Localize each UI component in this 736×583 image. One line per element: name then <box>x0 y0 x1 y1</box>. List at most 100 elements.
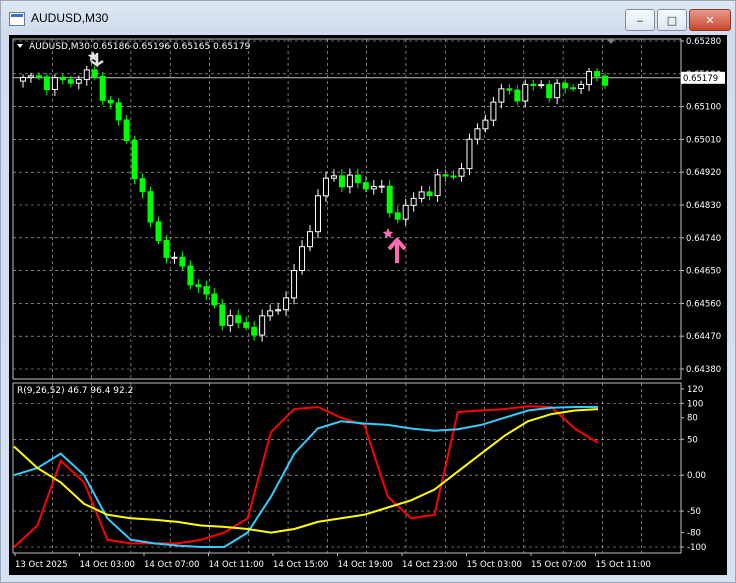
candle-body <box>163 240 170 258</box>
candle-body <box>291 269 298 299</box>
candle-body <box>99 75 106 101</box>
candle-body <box>219 304 226 326</box>
price-axis: 0.652800.651900.651000.650100.649200.648… <box>681 37 721 375</box>
candle-body <box>338 175 345 188</box>
candle-body <box>346 174 353 188</box>
indicator-tick-label: -100 <box>687 543 706 553</box>
candle-body <box>522 83 529 102</box>
indicator-lines-group <box>13 405 599 548</box>
star-icon <box>382 228 394 239</box>
minimize-button[interactable]: ‒ <box>625 9 655 31</box>
candle-body <box>458 168 465 177</box>
candle-body <box>466 138 473 170</box>
time-axis: 13 Oct 2025 14 Oct 03:00 14 Oct 07:00 14 Oc… <box>14 553 651 570</box>
time-tick-label: 14 Oct 03:00 <box>80 560 135 570</box>
chart-window-icon <box>9 12 25 26</box>
candle-body <box>362 182 369 190</box>
candle-body <box>283 297 290 311</box>
window-title: AUDUSD,M30 <box>31 11 109 25</box>
candle-body <box>586 71 593 85</box>
candle-body <box>330 175 337 179</box>
candle-body <box>506 88 513 91</box>
candle-body <box>155 221 162 242</box>
indicator-axis: 120 100 80 50 0.00 -50 -80 -100 <box>681 385 706 553</box>
chart-shift-marker[interactable] <box>607 39 615 44</box>
candle-body <box>211 293 218 306</box>
candle-body <box>570 87 577 90</box>
candle-body <box>131 140 138 180</box>
candle-body <box>514 89 521 102</box>
candle-body <box>370 185 377 190</box>
candle-body <box>602 75 609 86</box>
time-tick-label: 15 Oct 11:00 <box>596 560 651 570</box>
price-tick-label: 0.64740 <box>686 234 721 244</box>
current-price-tag-label: 0.65179 <box>683 74 718 84</box>
price-tick-label: 0.64560 <box>686 299 721 309</box>
time-tick-label: 14 Oct 11:00 <box>209 560 264 570</box>
candle-body <box>19 76 26 82</box>
candle-body <box>450 175 457 178</box>
candle-body <box>259 315 266 336</box>
candle-body <box>554 82 561 99</box>
indicator-tick-label: 80 <box>687 414 698 424</box>
candle-body <box>115 102 122 121</box>
candle-body <box>578 83 585 90</box>
indicator-tick-label: 120 <box>687 385 703 395</box>
price-tick-label: 0.64920 <box>686 168 721 178</box>
main-panel-info: AUDUSD,M30 0.65186 0.65196 0.65165 0.651… <box>29 42 251 52</box>
candle-body <box>498 88 505 103</box>
candle-body <box>195 284 202 288</box>
price-tick-label: 0.65280 <box>686 37 721 47</box>
indicator-tick-label: 0.00 <box>687 471 706 481</box>
candle-body <box>35 75 42 78</box>
close-button[interactable]: ✕ <box>689 9 731 31</box>
candle-body <box>594 71 601 77</box>
candle-body <box>227 315 234 326</box>
indicator-panel-info: R(9,26,52) 46.7 96.4 92.2 <box>17 386 133 396</box>
indicator-tick-label: 100 <box>687 399 703 409</box>
time-tick-label: 15 Oct 03:00 <box>467 560 522 570</box>
info-dropdown-icon[interactable] <box>17 44 23 48</box>
price-tick-label: 0.64380 <box>686 365 721 375</box>
candle-body <box>386 185 393 214</box>
candle-body <box>314 195 321 233</box>
candle-body <box>307 231 314 248</box>
candle-body <box>187 265 194 286</box>
indicator-tick-label: -50 <box>687 507 701 517</box>
candle-body <box>546 84 553 99</box>
candle-body <box>354 174 361 184</box>
time-tick-label: 14 Oct 07:00 <box>144 560 199 570</box>
candle-body <box>538 84 545 87</box>
price-chart-svg[interactable]: 0.652800.651900.651000.650100.649200.648… <box>9 35 727 575</box>
price-tick-label: 0.64830 <box>686 201 721 211</box>
time-tick-label: 13 Oct 2025 <box>15 560 68 570</box>
indicator-tick-label: -80 <box>687 529 701 539</box>
candle-body <box>410 197 417 206</box>
chart-area[interactable]: 0.652800.651900.651000.650100.649200.648… <box>9 35 727 575</box>
candle-body <box>243 322 250 328</box>
price-tick-label: 0.65100 <box>686 103 721 113</box>
candle-body <box>442 174 449 177</box>
candle-body <box>251 326 258 336</box>
title-bar[interactable]: AUDUSD,M30 ‒ □ ✕ <box>1 1 735 35</box>
candle-body <box>107 99 114 104</box>
candle-body <box>203 286 210 295</box>
chart-window: AUDUSD,M30 ‒ □ ✕ 0.652800.651900.651000.… <box>0 0 736 583</box>
candle-body <box>59 77 66 81</box>
candle-body <box>67 79 74 84</box>
time-tick-label: 14 Oct 23:00 <box>402 560 457 570</box>
time-tick-label: 15 Oct 07:00 <box>531 560 586 570</box>
candle-body <box>147 191 154 223</box>
indicator-tick-label: 50 <box>687 435 698 445</box>
maximize-button[interactable]: □ <box>657 9 687 31</box>
candle-body <box>75 79 82 84</box>
time-tick-label: 14 Oct 15:00 <box>273 560 328 570</box>
price-tick-label: 0.65010 <box>686 135 721 145</box>
candle-body <box>490 101 497 121</box>
candle-body <box>83 69 90 81</box>
time-tick-label: 14 Oct 19:00 <box>338 560 393 570</box>
indicator-grid <box>13 383 681 553</box>
candle-body <box>394 212 401 220</box>
candle-body <box>275 309 282 312</box>
up-arrow-icon[interactable] <box>387 236 407 263</box>
